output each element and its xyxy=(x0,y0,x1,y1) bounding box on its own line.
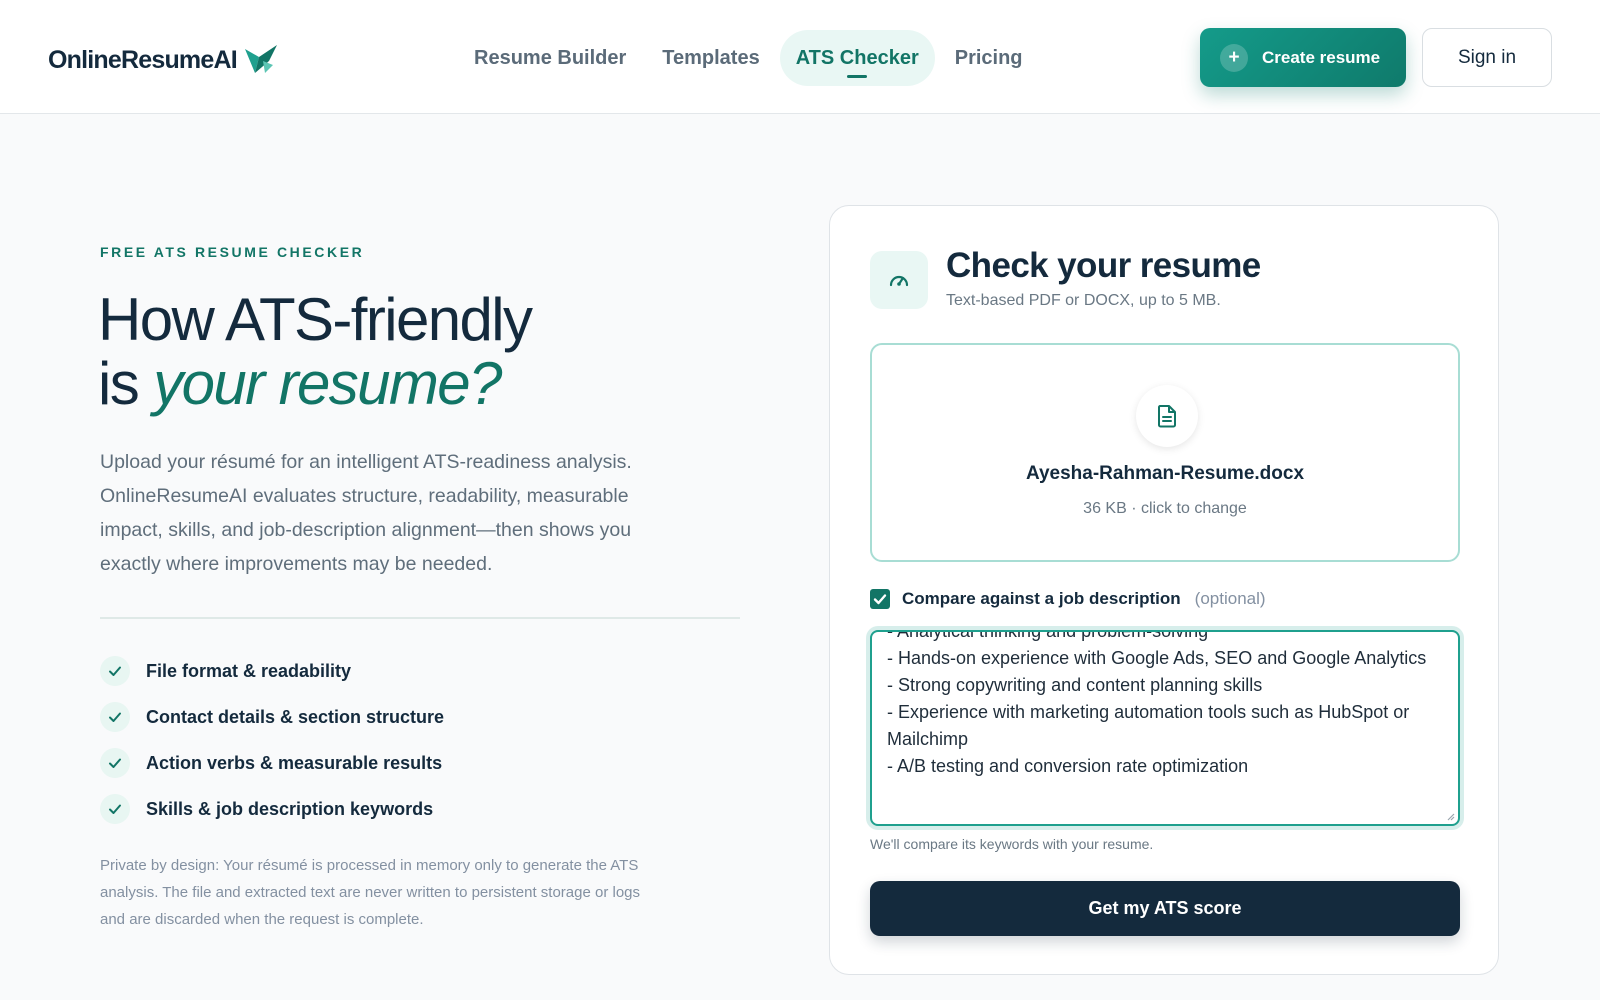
page-title: How ATS-friendly is your resume? xyxy=(98,286,533,417)
title-line2-prefix: is xyxy=(98,350,154,417)
create-resume-button[interactable]: + Create resume xyxy=(1200,28,1406,87)
compare-checkbox[interactable] xyxy=(870,589,890,609)
lead-paragraph: Upload your résumé for an intelligent AT… xyxy=(100,451,632,575)
list-item: File format & readability xyxy=(100,648,444,694)
job-description-textarea[interactable]: - Analytical thinking and problem-solvin… xyxy=(870,630,1460,826)
check-icon xyxy=(100,656,130,686)
check-icon xyxy=(100,702,130,732)
eyebrow: FREE ATS RESUME CHECKER xyxy=(100,244,365,260)
gauge-icon xyxy=(870,251,928,309)
active-indicator xyxy=(847,75,868,78)
feature-label: Contact details & section structure xyxy=(146,706,445,727)
file-meta: 36 KB · click to change xyxy=(1083,500,1247,517)
bird-logo-icon xyxy=(244,45,277,73)
compare-jd-toggle[interactable]: Compare against a job description (optio… xyxy=(870,586,1266,612)
get-ats-score-button[interactable]: Get my ATS score xyxy=(870,881,1460,936)
nav-label: ATS Checker xyxy=(795,46,919,69)
helper-text: We'll compare its keywords with your res… xyxy=(870,836,1154,852)
nav-label: Pricing xyxy=(954,46,1023,69)
plus-icon: + xyxy=(1220,43,1248,72)
logo[interactable]: OnlineResumeAI xyxy=(48,42,279,78)
card-subtitle: Text-based PDF or DOCX, up to 5 MB. xyxy=(946,292,1221,309)
checkbox-check-icon xyxy=(873,594,887,605)
feature-label: Skills & job description keywords xyxy=(146,798,434,819)
compare-optional-hint: (optional) xyxy=(1194,589,1266,608)
feature-list: File format & readability Contact detail… xyxy=(100,648,444,832)
file-text-icon xyxy=(1136,385,1198,447)
nav-resume-builder[interactable]: Resume Builder xyxy=(458,30,642,86)
file-dropzone[interactable]: Ayesha-Rahman-Resume.docx 36 KB · click … xyxy=(870,343,1460,562)
nav-label: Templates xyxy=(662,46,760,69)
main-nav: Resume Builder Templates ATS Checker Pri… xyxy=(458,30,1039,86)
create-resume-label: Create resume xyxy=(1262,47,1381,67)
file-name: Ayesha-Rahman-Resume.docx xyxy=(1025,463,1305,484)
compare-label: Compare against a job description xyxy=(902,589,1181,608)
job-description-text: - Analytical thinking and problem-solvin… xyxy=(887,630,1427,776)
privacy-note: Private by design: Your résumé is proces… xyxy=(100,857,640,928)
check-resume-card: Check your resume Text-based PDF or DOCX… xyxy=(829,205,1499,975)
sign-in-button[interactable]: Sign in xyxy=(1422,28,1552,87)
divider xyxy=(100,617,740,619)
check-icon xyxy=(100,748,130,778)
feature-label: Action verbs & measurable results xyxy=(146,752,443,773)
list-item: Skills & job description keywords xyxy=(100,786,444,832)
card-title: Check your resume xyxy=(946,246,1261,285)
nav-label: Resume Builder xyxy=(474,46,627,69)
title-line2-emphasis: your resume? xyxy=(153,350,502,417)
nav-pricing[interactable]: Pricing xyxy=(939,30,1039,86)
list-item: Action verbs & measurable results xyxy=(100,740,444,786)
check-icon xyxy=(100,794,130,824)
site-header: OnlineResumeAI Resume Builder Templates … xyxy=(0,0,1600,114)
logo-text: OnlineResumeAI xyxy=(48,45,238,74)
list-item: Contact details & section structure xyxy=(100,694,444,740)
nav-templates[interactable]: Templates xyxy=(646,30,775,86)
nav-ats-checker[interactable]: ATS Checker xyxy=(779,30,935,86)
resize-handle-icon[interactable] xyxy=(1445,811,1455,821)
submit-label: Get my ATS score xyxy=(1088,898,1242,918)
feature-label: File format & readability xyxy=(146,660,352,681)
title-line1: How ATS-friendly xyxy=(98,286,533,353)
sign-in-label: Sign in xyxy=(1457,46,1517,68)
